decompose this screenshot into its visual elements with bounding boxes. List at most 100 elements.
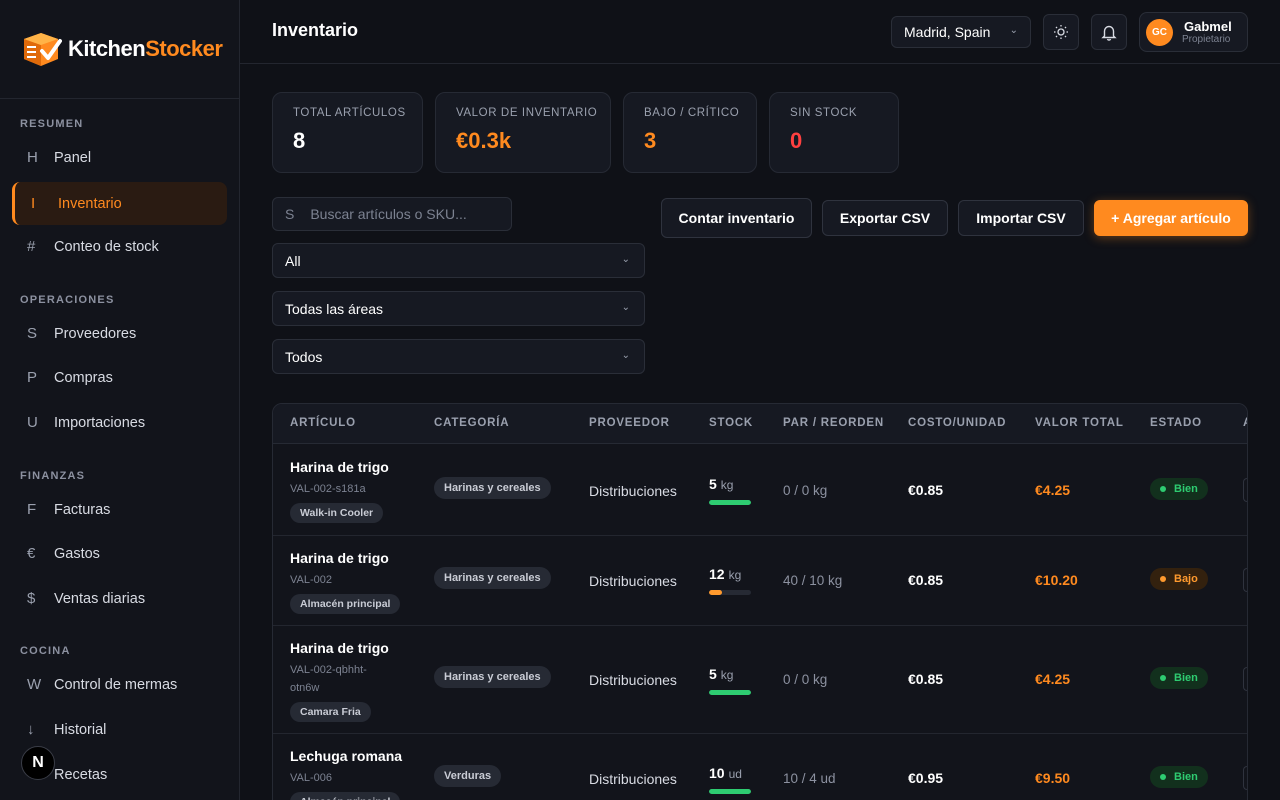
stock-level-bar [709, 690, 751, 695]
status-badge: Bien [1150, 667, 1208, 689]
sidebar-item-importaciones[interactable]: U Importaciones [12, 401, 227, 444]
stock-cell: 5 kg [709, 666, 751, 695]
item-name[interactable]: Harina de trigo [290, 640, 390, 656]
theme-toggle-button[interactable] [1043, 14, 1079, 50]
col-item[interactable]: ARTÍCULO [290, 417, 356, 429]
category-tag: Harinas y cereales [434, 666, 551, 688]
item-cell: Lechuga romana VAL-006 Almacén principal [290, 748, 402, 800]
col-supplier[interactable]: PROVEEDOR [589, 417, 670, 429]
stock-cell: 10 ud [709, 765, 751, 794]
row-action-button[interactable] [1243, 568, 1247, 592]
add-item-button[interactable]: + Agregar artículo [1094, 200, 1248, 236]
sidebar-item-proveedores[interactable]: S Proveedores [12, 312, 227, 355]
brand-name: KitchenStocker [68, 36, 223, 61]
col-status[interactable]: ESTADO [1150, 417, 1202, 429]
unit-cost: €0.85 [908, 671, 944, 687]
item-cell: Harina de trigo VAL-002-s181a Walk-in Co… [290, 459, 390, 523]
par-reorder: 0 / 0 kg [783, 672, 828, 687]
supplier-name: Distribuciones [589, 672, 677, 688]
chevron-down-icon: ⌄ [1009, 25, 1018, 36]
par-reorder: 40 / 10 kg [783, 573, 843, 588]
total-value: €4.25 [1035, 482, 1071, 498]
waste-icon: W [27, 676, 42, 693]
search-box[interactable]: S [272, 197, 512, 231]
col-stock[interactable]: STOCK [709, 417, 753, 429]
unit-cost: €0.85 [908, 572, 944, 588]
row-action-button[interactable] [1243, 766, 1247, 790]
nav-section-finanzas: FINANZAS [20, 470, 86, 482]
status-filter-select[interactable]: Todos ⌄ [272, 339, 645, 374]
imports-icon: U [27, 414, 38, 431]
search-icon: S [285, 206, 295, 222]
supplier-name: Distribuciones [589, 483, 677, 499]
brand[interactable]: KitchenStocker [0, 0, 239, 99]
row-action-button[interactable] [1243, 667, 1247, 691]
item-name[interactable]: Harina de trigo [290, 550, 400, 566]
chevron-down-icon: ⌄ [621, 302, 630, 313]
user-menu[interactable]: GC Gabmel Propietario [1139, 12, 1248, 52]
table-row[interactable]: Harina de trigo VAL-002 Almacén principa… [273, 536, 1247, 626]
table-row[interactable]: Lechuga romana VAL-006 Almacén principal… [273, 734, 1247, 800]
count-inventory-button[interactable]: Contar inventario [661, 198, 812, 238]
unit-cost: €0.85 [908, 482, 944, 498]
area-filter-select[interactable]: Todas las áreas ⌄ [272, 291, 645, 326]
export-csv-button[interactable]: Exportar CSV [822, 200, 948, 236]
suppliers-icon: S [27, 325, 38, 342]
sidebar-item-compras[interactable]: P Compras [12, 356, 227, 399]
sidebar-item-facturas[interactable]: F Facturas [12, 488, 227, 531]
inventory-icon: I [31, 195, 36, 212]
user-role: Propietario [1182, 34, 1231, 45]
stock-level-bar [709, 789, 751, 794]
sidebar-item-ventas[interactable]: $ Ventas diarias [12, 577, 227, 620]
nav-section-operaciones: OPERACIONES [20, 294, 115, 306]
sidebar-item-inventario[interactable]: I Inventario [12, 182, 227, 225]
supplier-name: Distribuciones [589, 573, 677, 589]
unit-cost: €0.95 [908, 770, 944, 786]
status-dot-icon [1160, 675, 1166, 681]
stat-total-items: TOTAL ARTÍCULOS 8 [272, 92, 423, 173]
category-tag: Harinas y cereales [434, 477, 551, 499]
search-input[interactable] [310, 206, 491, 222]
next-dev-badge[interactable]: N [21, 746, 55, 780]
status-dot-icon [1160, 576, 1166, 582]
sidebar-item-gastos[interactable]: € Gastos [12, 532, 227, 575]
total-value: €9.50 [1035, 770, 1071, 786]
import-csv-button[interactable]: Importar CSV [958, 200, 1084, 236]
stock-level-bar [709, 500, 751, 505]
notifications-button[interactable] [1091, 14, 1127, 50]
row-action-button[interactable] [1243, 478, 1247, 502]
item-name[interactable]: Harina de trigo [290, 459, 390, 475]
total-value: €4.25 [1035, 671, 1071, 687]
col-total-value[interactable]: VALOR TOTAL [1035, 417, 1124, 429]
sidebar-item-historial[interactable]: ↓ Historial [12, 708, 227, 751]
sidebar-item-conteo[interactable]: # Conteo de stock [12, 225, 227, 268]
item-sku: VAL-002-qbhht-otn6w [290, 664, 367, 694]
category-tag: Harinas y cereales [434, 567, 551, 589]
col-actions[interactable]: A [1243, 417, 1247, 429]
sidebar-item-mermas[interactable]: W Control de mermas [12, 663, 227, 706]
stock-level-fill [709, 590, 722, 595]
status-badge: Bien [1150, 478, 1208, 500]
table-row[interactable]: Harina de trigo VAL-002-qbhht-otn6w Cama… [273, 626, 1247, 734]
item-name[interactable]: Lechuga romana [290, 748, 402, 764]
stock-level-fill [709, 690, 751, 695]
location-select[interactable]: Madrid, Spain ⌄ [891, 16, 1031, 48]
location-tag: Camara Fria [290, 702, 371, 722]
nav-section-cocina: COCINA [20, 645, 71, 657]
location-tag: Almacén principal [290, 594, 401, 614]
status-dot-icon [1160, 486, 1166, 492]
table-row[interactable]: Harina de trigo VAL-002-s181a Walk-in Co… [273, 445, 1247, 536]
category-filter-select[interactable]: All ⌄ [272, 243, 645, 278]
stock-level-bar [709, 590, 751, 595]
col-par-reorder[interactable]: PAR / REORDEN [783, 417, 884, 429]
col-category[interactable]: CATEGORÍA [434, 417, 509, 429]
location-tag: Walk-in Cooler [290, 503, 384, 523]
stat-inventory-value: VALOR DE INVENTARIO €0.3k [435, 92, 611, 173]
category-tag: Verduras [434, 765, 502, 787]
sun-icon [1054, 25, 1068, 39]
nav-section-resumen: RESUMEN [20, 118, 84, 130]
topbar: Inventario Madrid, Spain ⌄ GC Gabmel Pro… [240, 0, 1280, 64]
sidebar-item-panel[interactable]: H Panel [12, 136, 227, 179]
col-unit-cost[interactable]: COSTO/UNIDAD [908, 417, 1006, 429]
stock-cell: 5 kg [709, 476, 751, 505]
